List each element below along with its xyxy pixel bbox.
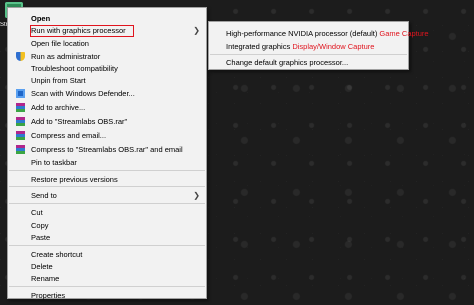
menu-item-add-to-archive[interactable]: Add to archive... xyxy=(8,102,206,113)
submenu-item-integrated-graphics[interactable]: Integrated graphics Display/Window Captu… xyxy=(226,41,374,52)
annotation-display-window-capture: Display/Window Capture xyxy=(292,42,375,51)
winrar-icon xyxy=(16,145,25,154)
menu-item-compress-to-rar-and-email[interactable]: Compress to "Streamlabs OBS.rar" and ema… xyxy=(8,144,206,155)
winrar-icon xyxy=(16,117,25,126)
menu-item-send-to[interactable]: Send to ❯ xyxy=(8,190,206,201)
menu-item-copy[interactable]: Copy xyxy=(8,220,206,231)
menu-item-add-to-rar[interactable]: Add to "Streamlabs OBS.rar" xyxy=(8,116,206,127)
submenu-item-change-default[interactable]: Change default graphics processor... xyxy=(226,57,348,68)
winrar-icon xyxy=(16,131,25,140)
menu-item-compress-and-email[interactable]: Compress and email... xyxy=(8,130,206,141)
menu-separator xyxy=(9,203,205,204)
menu-item-troubleshoot-compatibility[interactable]: Troubleshoot compatibility xyxy=(8,63,206,74)
menu-separator xyxy=(9,186,205,187)
windows-defender-icon xyxy=(16,89,25,98)
menu-item-restore-previous-versions[interactable]: Restore previous versions xyxy=(8,174,206,185)
menu-item-cut[interactable]: Cut xyxy=(8,207,206,218)
graphics-processor-submenu: High-performance NVIDIA processor (defau… xyxy=(208,21,429,70)
annotation-game-capture: Game Capture xyxy=(379,29,429,38)
menu-item-paste[interactable]: Paste xyxy=(8,232,206,243)
submenu-separator xyxy=(210,54,407,55)
menu-item-open-file-location[interactable]: Open file location xyxy=(8,38,206,49)
menu-item-properties[interactable]: Properties xyxy=(8,290,206,301)
chevron-right-icon: ❯ xyxy=(193,26,200,35)
menu-separator xyxy=(9,170,205,171)
menu-item-unpin-from-start[interactable]: Unpin from Start xyxy=(8,75,206,86)
menu-separator xyxy=(9,245,205,246)
winrar-icon xyxy=(16,103,25,112)
menu-item-pin-to-taskbar[interactable]: Pin to taskbar xyxy=(8,157,206,168)
shield-icon xyxy=(16,52,25,61)
submenu-item-high-performance[interactable]: High-performance NVIDIA processor (defau… xyxy=(226,28,429,39)
menu-item-rename[interactable]: Rename xyxy=(8,273,206,284)
annotation-highlight-box xyxy=(30,25,134,37)
menu-item-create-shortcut[interactable]: Create shortcut xyxy=(8,249,206,260)
menu-item-scan-with-defender[interactable]: Scan with Windows Defender... xyxy=(8,88,206,99)
menu-separator xyxy=(9,286,205,287)
context-menu: Open Run with graphics processor ❯ Open f… xyxy=(7,7,207,301)
menu-item-run-as-administrator[interactable]: Run as administrator xyxy=(8,51,206,62)
menu-item-delete[interactable]: Delete xyxy=(8,261,206,272)
menu-item-open[interactable]: Open xyxy=(8,13,206,24)
chevron-right-icon: ❯ xyxy=(193,191,200,200)
